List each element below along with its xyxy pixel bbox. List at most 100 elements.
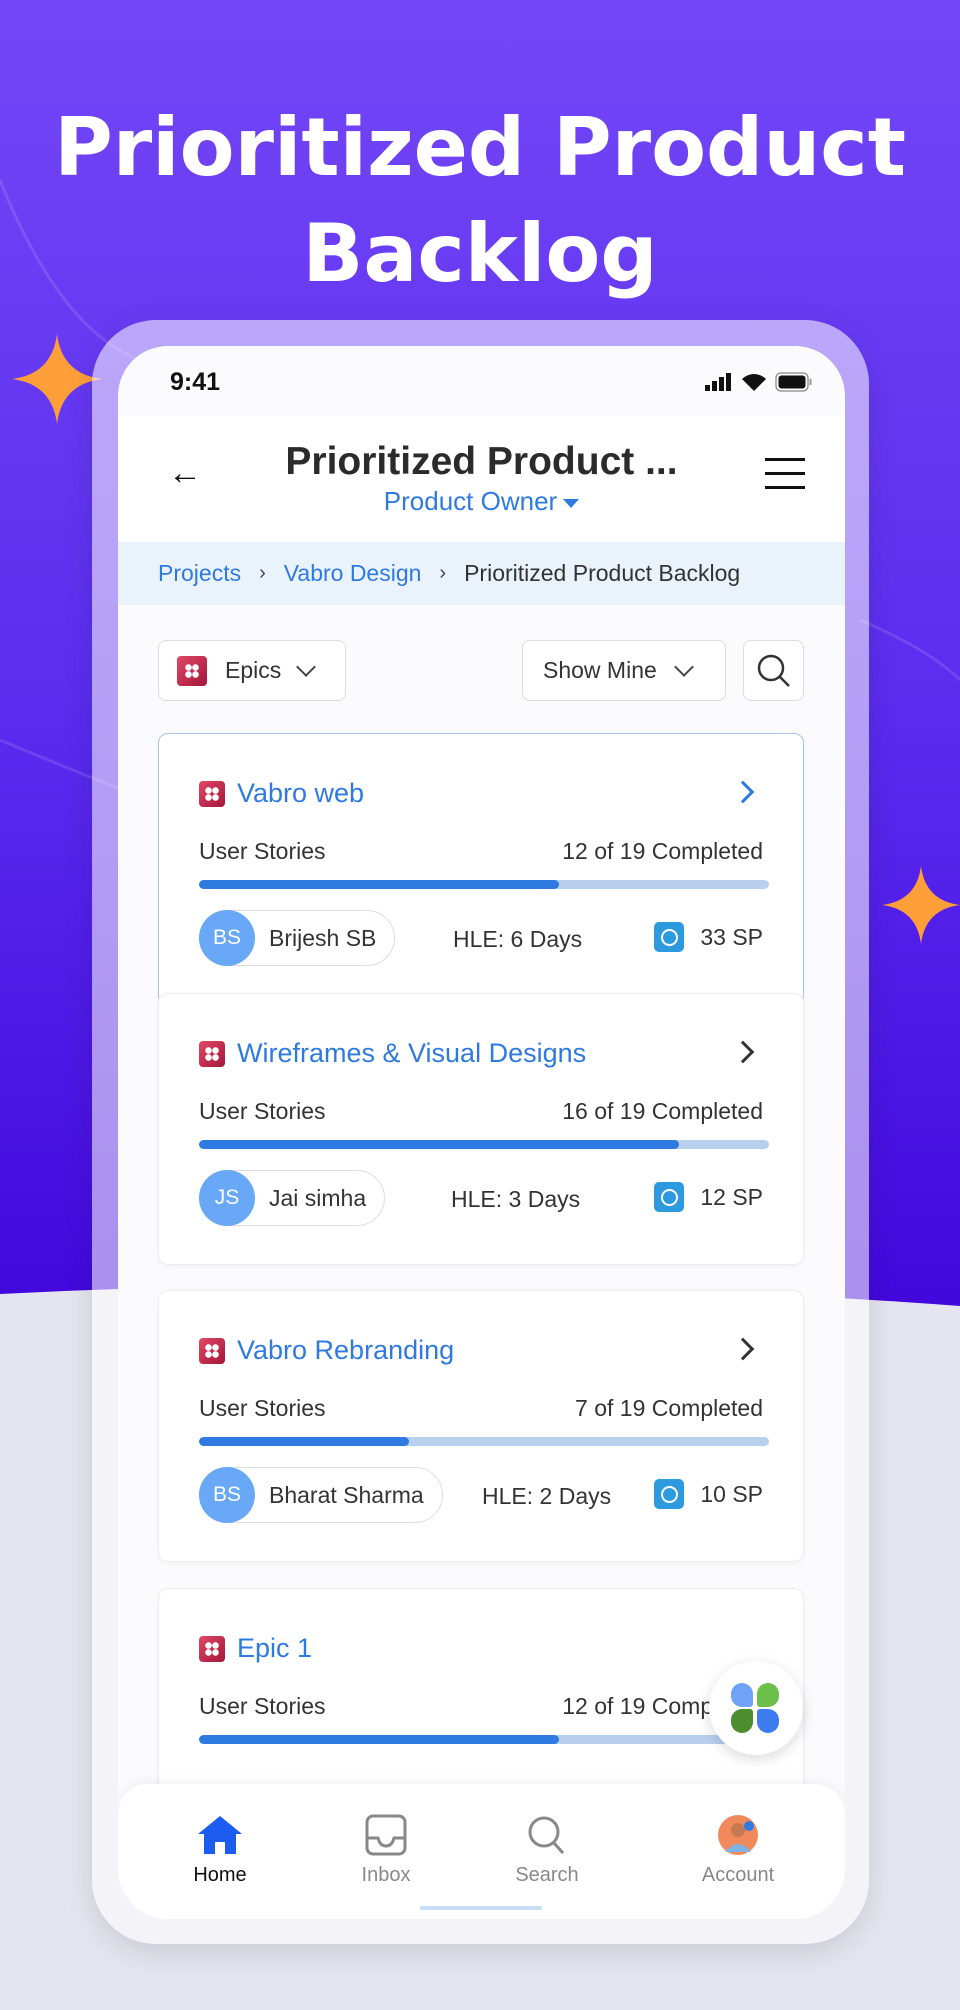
chevron-down-icon <box>673 656 694 677</box>
epic-title[interactable]: Vabro web <box>199 778 364 809</box>
chevron-right-icon[interactable] <box>731 1337 755 1361</box>
epic-icon <box>199 1337 225 1364</box>
home-icon <box>198 1816 242 1854</box>
progress-fill <box>199 880 559 889</box>
sparkle-star-icon <box>882 866 960 944</box>
caret-down-icon <box>563 498 580 508</box>
assignee-chip[interactable]: BS Brijesh SB <box>199 910 396 966</box>
nav-search[interactable]: Search <box>487 1814 607 1887</box>
fab-petal <box>757 1709 779 1733</box>
fab-petal <box>731 1709 753 1733</box>
hle-estimate: HLE: 2 Days <box>482 1483 611 1510</box>
epic-title[interactable]: Epic 1 <box>199 1633 312 1664</box>
story-points-value: 12 SP <box>700 1183 763 1210</box>
progress-bar <box>199 880 769 889</box>
hle-label: HLE: <box>451 1186 503 1212</box>
hero-title-line: Prioritized Product <box>54 101 906 194</box>
epic-card[interactable]: Vabro web User Stories 12 of 19 Completed… <box>158 733 804 1005</box>
epic-title-text: Wireframes & Visual Designs <box>237 1038 587 1068</box>
nav-label: Search <box>515 1864 579 1886</box>
phone-screen: 9:41 ← Prioritized Product ... Product O… <box>118 346 845 1919</box>
epic-icon <box>199 1635 225 1662</box>
home-indicator <box>420 1906 542 1910</box>
chevron-right-icon[interactable] <box>731 1040 755 1064</box>
progress-fill <box>199 1735 559 1744</box>
chevron-right-icon: › <box>439 562 447 584</box>
story-points-icon <box>654 1479 685 1509</box>
breadcrumb-current: Prioritized Product Backlog <box>464 560 741 586</box>
user-stories-label: User Stories <box>199 1395 326 1421</box>
assignee-chip[interactable]: BS Bharat Sharma <box>199 1467 443 1523</box>
hero-title: Prioritized Product Backlog <box>0 95 960 307</box>
nav-label: Home <box>193 1864 247 1886</box>
apps-fab-button[interactable] <box>709 1661 803 1755</box>
hle-value: 6 Days <box>510 926 583 952</box>
nav-home[interactable]: Home <box>160 1814 280 1887</box>
app-header: ← Prioritized Product ... Product Owner <box>118 416 845 542</box>
epic-card[interactable]: Wireframes & Visual Designs User Stories … <box>158 993 804 1265</box>
inbox-icon <box>365 1814 407 1856</box>
assignee-chip[interactable]: JS Jai simha <box>199 1170 386 1226</box>
search-button[interactable] <box>743 640 804 701</box>
hle-estimate: HLE: 6 Days <box>453 926 582 953</box>
epic-title[interactable]: Wireframes & Visual Designs <box>199 1038 586 1069</box>
hle-value: 2 Days <box>539 1483 612 1509</box>
battery-icon <box>775 372 812 392</box>
assignee-name: Bharat Sharma <box>269 1481 424 1508</box>
status-bar: 9:41 <box>118 346 845 416</box>
search-icon <box>757 654 790 687</box>
nav-label: Inbox <box>361 1864 411 1886</box>
progress-bar <box>199 1437 769 1446</box>
epic-title[interactable]: Vabro Rebranding <box>199 1335 454 1366</box>
show-mine-dropdown[interactable]: Show Mine <box>522 640 726 701</box>
assignee-avatar: BS <box>199 1467 255 1523</box>
epic-title-text: Epic 1 <box>237 1633 313 1663</box>
breadcrumb-projects[interactable]: Projects <box>158 560 241 587</box>
epic-card[interactable]: Vabro Rebranding User Stories 7 of 19 Com… <box>158 1290 804 1562</box>
nav-label: Account <box>701 1864 775 1886</box>
assignee-name: Brijesh SB <box>269 924 377 951</box>
epic-title-text: Vabro web <box>237 778 365 808</box>
role-dropdown[interactable]: Product Owner <box>118 486 845 517</box>
nav-inbox[interactable]: Inbox <box>326 1814 446 1887</box>
hle-label: HLE: <box>453 926 505 952</box>
fab-petal <box>731 1683 753 1707</box>
story-points-value: 33 SP <box>700 923 763 950</box>
epic-title-text: Vabro Rebranding <box>237 1335 455 1365</box>
hle-label: HLE: <box>482 1483 534 1509</box>
page-title: Prioritized Product ... <box>285 440 678 483</box>
search-icon <box>528 1816 565 1855</box>
avatar <box>718 1815 758 1855</box>
story-points-icon <box>654 1182 685 1212</box>
breadcrumb: Projects › Vabro Design › Prioritized Pr… <box>118 542 845 605</box>
nav-account[interactable]: Account <box>678 1814 798 1887</box>
epic-icon <box>177 655 207 686</box>
show-mine-label: Show Mine <box>543 657 657 683</box>
hamburger-menu-icon[interactable] <box>765 458 805 500</box>
user-stories-label: User Stories <box>199 1098 326 1124</box>
assignee-name: Jai simha <box>269 1184 367 1211</box>
progress-fill <box>199 1140 679 1149</box>
breadcrumb-vabro-design[interactable]: Vabro Design <box>284 560 422 587</box>
story-points: 10 SP <box>654 1479 763 1509</box>
completed-count: 16 of 19 Completed <box>562 1098 763 1124</box>
chevron-down-icon <box>296 656 317 677</box>
signal-icon <box>705 373 731 391</box>
bottom-nav: Home Inbox Search Account <box>118 1784 845 1919</box>
epics-dropdown[interactable]: Epics <box>158 640 346 701</box>
user-stories-label: User Stories <box>199 1693 326 1719</box>
epic-icon <box>199 1040 225 1067</box>
hle-value: 3 Days <box>508 1186 581 1212</box>
hle-estimate: HLE: 3 Days <box>451 1186 580 1213</box>
role-label: Product Owner <box>383 486 558 516</box>
user-stories-label: User Stories <box>199 838 326 864</box>
progress-bar <box>199 1735 769 1744</box>
status-time: 9:41 <box>170 368 221 396</box>
story-points: 12 SP <box>654 1182 763 1212</box>
epics-label: Epics <box>225 657 282 683</box>
chevron-right-icon[interactable] <box>731 780 755 804</box>
story-points-value: 10 SP <box>700 1480 763 1507</box>
story-points-icon <box>654 922 685 952</box>
completed-count: 7 of 19 Completed <box>575 1395 763 1421</box>
hero-title-line: Backlog <box>302 207 658 300</box>
